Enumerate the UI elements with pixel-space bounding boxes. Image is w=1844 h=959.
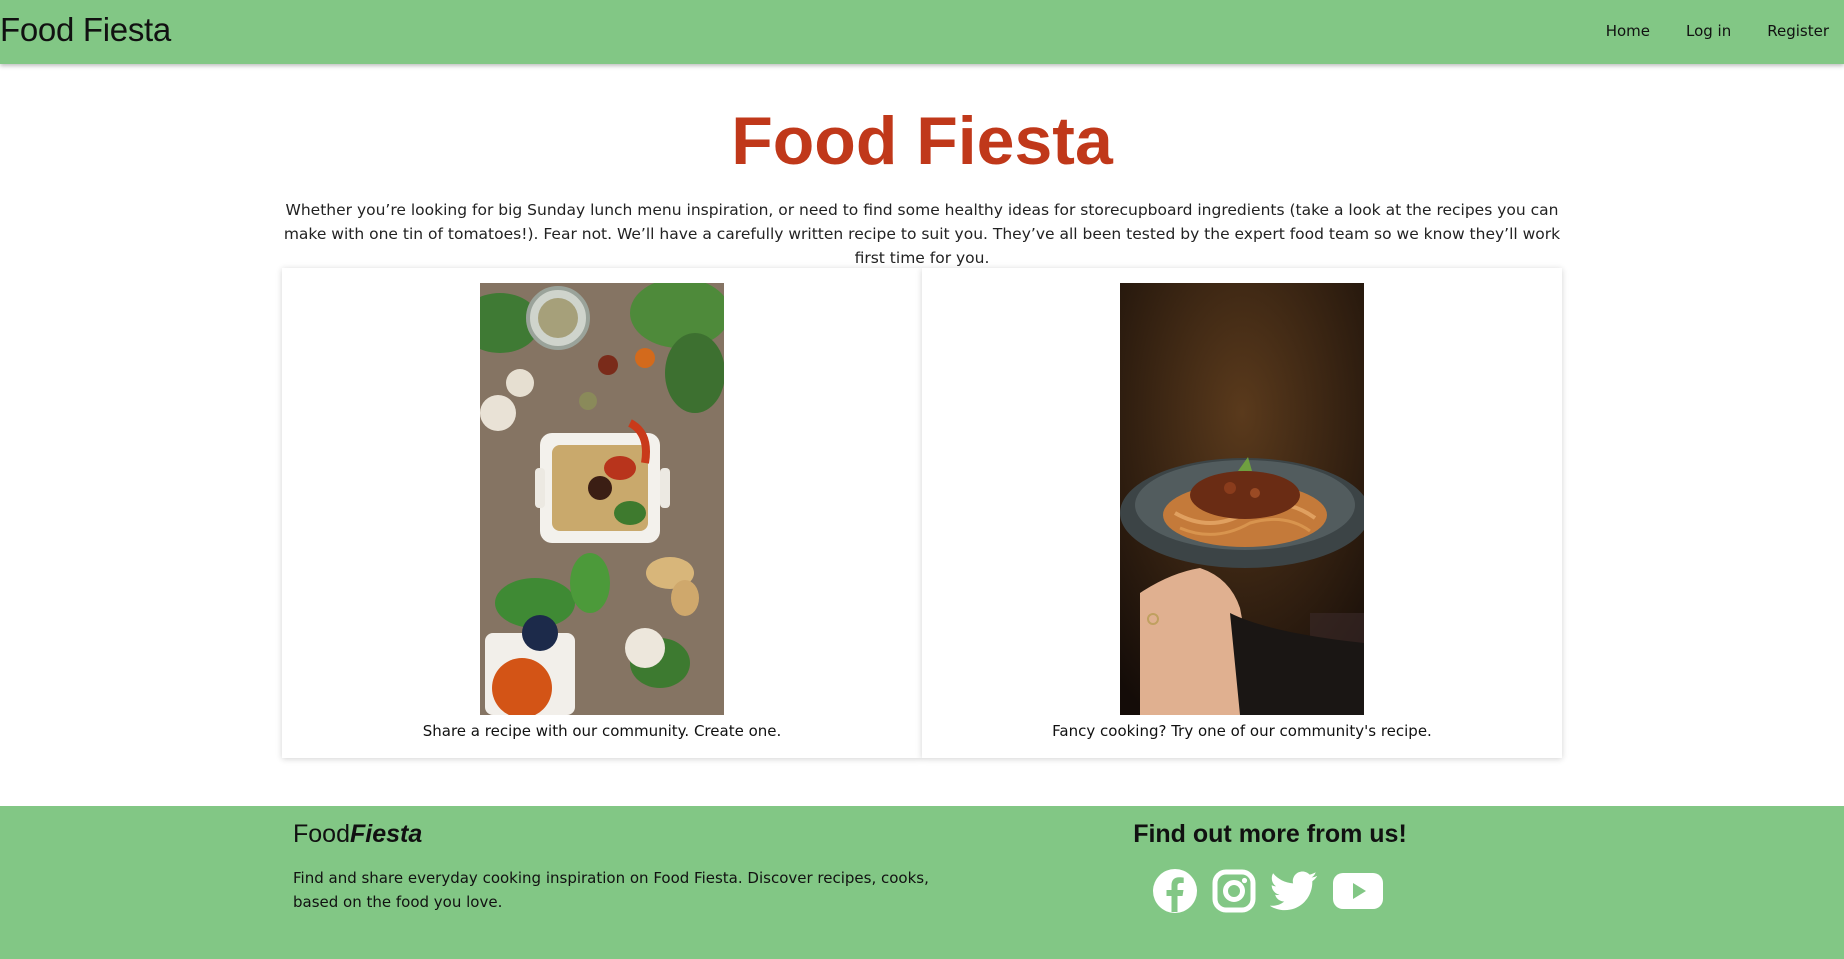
footer-brand-part1: Food xyxy=(293,820,350,848)
twitter-icon[interactable] xyxy=(1269,871,1318,915)
facebook-icon[interactable] xyxy=(1152,868,1198,918)
footer-brand-part2: Fiesta xyxy=(349,820,423,848)
nav-login-link[interactable]: Log in xyxy=(1686,22,1731,40)
page-title: Food Fiesta xyxy=(731,103,1113,179)
footer-description: Find and share everyday cooking inspirat… xyxy=(293,869,929,911)
navbar: Food Fiesta Home Log in Register xyxy=(0,0,1844,64)
nav-register-link[interactable]: Register xyxy=(1767,22,1829,40)
footer-brand: FoodFiesta xyxy=(293,820,422,849)
instagram-icon[interactable] xyxy=(1212,869,1256,917)
navbar-brand-link[interactable]: Food Fiesta xyxy=(0,11,171,49)
social-heading: Find out more from us! xyxy=(1133,820,1407,848)
ingredients-photo xyxy=(480,283,724,715)
footer: FoodFiesta Find and share everyday cooki… xyxy=(0,806,1844,959)
create-recipe-card: Share a recipe with our community. Creat… xyxy=(282,268,922,758)
pasta-bowl-photo xyxy=(1120,283,1364,715)
browse-recipes-card: Fancy cooking? Try one of our community'… xyxy=(922,268,1562,758)
browse-recipes-caption[interactable]: Fancy cooking? Try one of our community'… xyxy=(922,722,1562,740)
youtube-icon[interactable] xyxy=(1332,872,1384,914)
social-links xyxy=(1152,868,1384,918)
create-recipe-caption[interactable]: Share a recipe with our community. Creat… xyxy=(282,722,922,740)
nav-home-link[interactable]: Home xyxy=(1606,22,1650,40)
nav-links: Home Log in Register xyxy=(1570,22,1829,40)
create-recipe-image[interactable] xyxy=(480,283,724,715)
intro-paragraph: Whether you’re looking for big Sunday lu… xyxy=(283,201,1561,267)
browse-recipes-image[interactable] xyxy=(1120,283,1364,715)
